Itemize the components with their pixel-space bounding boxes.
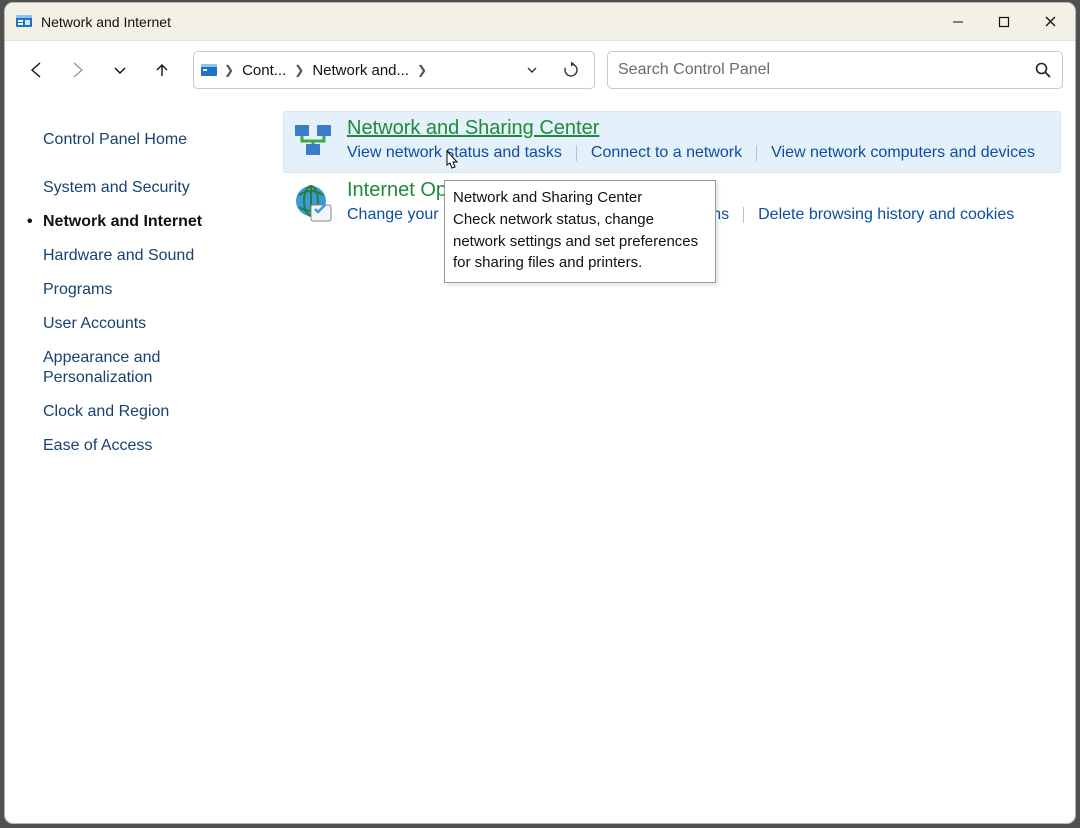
sidebar-item-programs[interactable]: Programs — [43, 273, 273, 307]
address-dropdown-button[interactable] — [518, 53, 546, 87]
internet-options-icon[interactable] — [291, 181, 335, 225]
control-panel-icon — [15, 13, 33, 31]
maximize-button[interactable] — [981, 6, 1027, 38]
recent-locations-button[interactable] — [101, 51, 139, 89]
sidebar: Control Panel Home System and SecurityNet… — [13, 109, 283, 815]
search-box[interactable] — [607, 51, 1063, 89]
toolbar: ❯ Cont... ❯ Network and... ❯ — [5, 41, 1075, 99]
task-link[interactable]: View network computers and devices — [771, 144, 1035, 162]
window: Network and Internet — [4, 2, 1076, 824]
sidebar-item-hardware-and-sound[interactable]: Hardware and Sound — [43, 239, 273, 273]
titlebar: Network and Internet — [5, 3, 1075, 41]
breadcrumb-root[interactable]: Cont... — [238, 62, 290, 79]
forward-button[interactable] — [59, 51, 97, 89]
minimize-button[interactable] — [935, 6, 981, 38]
tooltip: Network and Sharing Center Check network… — [444, 180, 716, 283]
task-link[interactable]: Connect to a network — [591, 144, 742, 162]
sidebar-item-system-and-security[interactable]: System and Security — [43, 171, 273, 205]
back-button[interactable] — [17, 51, 55, 89]
tooltip-title: Network and Sharing Center — [453, 187, 707, 209]
chevron-right-icon[interactable]: ❯ — [292, 63, 306, 77]
window-title: Network and Internet — [41, 14, 171, 30]
up-button[interactable] — [143, 51, 181, 89]
refresh-button[interactable] — [554, 53, 588, 87]
address-bar[interactable]: ❯ Cont... ❯ Network and... ❯ — [193, 51, 595, 89]
network-sharing-icon[interactable] — [291, 119, 335, 163]
sidebar-item-clock-and-region[interactable]: Clock and Region — [43, 395, 273, 429]
category-title[interactable]: Network and Sharing Center — [347, 117, 1053, 140]
sidebar-item-ease-of-access[interactable]: Ease of Access — [43, 429, 273, 463]
chevron-right-icon[interactable]: ❯ — [415, 63, 429, 77]
tooltip-body: Check network status, change network set… — [453, 209, 707, 274]
category-network-and-sharing-center: Network and Sharing Center View network s… — [283, 111, 1061, 173]
sidebar-item-control-panel-home[interactable]: Control Panel Home — [43, 123, 273, 157]
sidebar-item-network-and-internet[interactable]: Network and Internet — [43, 205, 273, 239]
breadcrumb-current[interactable]: Network and... — [308, 62, 413, 79]
sidebar-item-user-accounts[interactable]: User Accounts — [43, 307, 273, 341]
close-button[interactable] — [1027, 6, 1073, 38]
search-icon[interactable] — [1034, 61, 1052, 79]
search-input[interactable] — [618, 61, 1034, 79]
location-icon — [200, 61, 220, 79]
chevron-right-icon[interactable]: ❯ — [222, 63, 236, 77]
sidebar-item-appearance-and-personalization[interactable]: Appearance and Personalization — [43, 341, 273, 395]
task-link[interactable]: View network status and tasks — [347, 144, 562, 162]
task-link[interactable]: Delete browsing history and cookies — [758, 206, 1014, 224]
